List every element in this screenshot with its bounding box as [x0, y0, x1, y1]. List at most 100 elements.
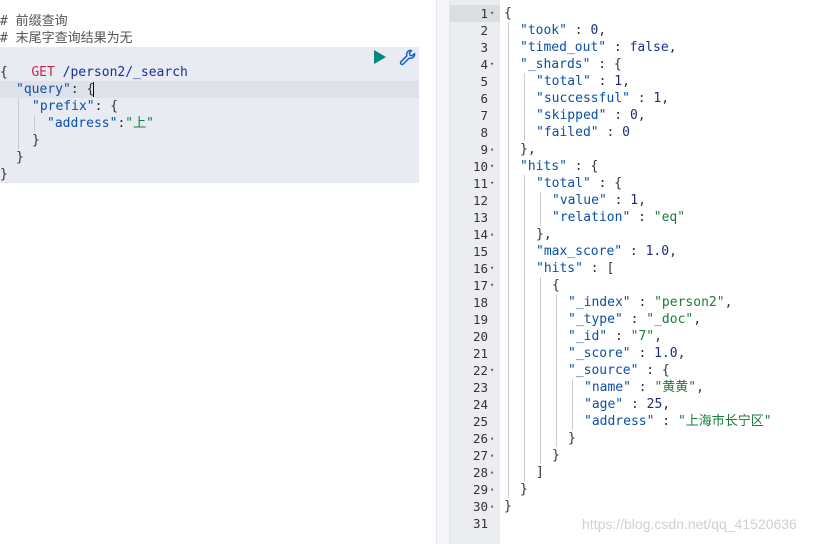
body-line-3: "prefix": {	[32, 98, 118, 115]
response-line: ]	[536, 464, 544, 481]
token: ,	[638, 193, 646, 208]
response-line: "_type" : "_doc",	[568, 311, 701, 328]
response-line: "skipped" : 0,	[536, 107, 646, 124]
response-line: "failed" : 0	[536, 124, 630, 141]
token: ,	[662, 397, 671, 412]
fold-toggle-icon[interactable]	[490, 362, 498, 379]
token: "address"	[584, 414, 655, 429]
response-line: },	[536, 226, 552, 243]
response-line: "_shards" : {	[520, 56, 622, 73]
token: "_source"	[568, 363, 639, 378]
token: "timed_out"	[520, 40, 607, 55]
token: 1.0	[645, 244, 670, 259]
fold-toggle-icon[interactable]	[490, 481, 498, 498]
fold-toggle-icon[interactable]	[490, 260, 498, 277]
line-number: 13	[472, 210, 488, 225]
fold-toggle-icon[interactable]	[490, 498, 498, 515]
line-number: 6	[480, 91, 488, 106]
fold-toggle-icon[interactable]	[490, 447, 498, 464]
fold-toggle-icon[interactable]	[490, 464, 498, 481]
token: "eq"	[653, 210, 686, 225]
indent-guide	[572, 379, 573, 430]
token: "person2"	[654, 295, 725, 310]
token: :	[598, 125, 623, 140]
line-number: 22	[472, 363, 488, 378]
query-key: "query"	[16, 82, 71, 97]
token: : {	[590, 176, 623, 191]
token: "_type"	[568, 312, 623, 327]
line-number: 31	[472, 516, 488, 531]
play-icon[interactable]	[374, 50, 386, 64]
wrench-icon[interactable]	[398, 48, 418, 68]
response-line: "_index" : "person2",	[568, 294, 732, 311]
token: "_doc"	[646, 312, 694, 327]
response-line: "successful" : 1,	[536, 90, 669, 107]
token: 0	[622, 125, 630, 140]
fold-toggle-icon[interactable]	[490, 158, 498, 175]
response-line: "address" : "上海市长宁区"	[584, 413, 772, 430]
line-number: 23	[472, 380, 488, 395]
fold-toggle-icon[interactable]	[490, 5, 498, 22]
token: ,	[669, 244, 677, 259]
response-line: "_score" : 1.0,	[568, 345, 685, 362]
indent-guide	[508, 22, 509, 498]
token: ]	[536, 465, 544, 480]
token: "max_score"	[536, 244, 623, 259]
body-line-5: }	[32, 133, 40, 148]
fold-toggle-icon[interactable]	[490, 226, 498, 243]
response-line: {	[552, 277, 560, 294]
query-brace: : {	[70, 82, 95, 97]
token: "value"	[552, 193, 607, 208]
line-number: 18	[472, 295, 488, 310]
fold-toggle-icon[interactable]	[490, 175, 498, 192]
line-number: 20	[472, 329, 488, 344]
pane-resizer[interactable]	[436, 0, 450, 544]
response-line: "name" : "黄黄",	[584, 379, 704, 396]
token: ,	[696, 380, 704, 395]
token: :	[590, 74, 615, 89]
fold-toggle-icon[interactable]	[490, 277, 498, 294]
fold-toggle-icon[interactable]	[490, 430, 498, 447]
indent-guide	[556, 294, 557, 447]
token: :	[606, 40, 630, 55]
request-line[interactable]: GET /person2/_search	[0, 47, 188, 80]
token: "total"	[536, 176, 591, 191]
fold-toggle-icon[interactable]	[490, 56, 498, 73]
token: "age"	[584, 397, 624, 412]
response-line: "hits" : {	[520, 158, 598, 175]
token: {	[552, 278, 560, 293]
token: :	[622, 244, 646, 259]
token: "hits"	[536, 261, 583, 276]
line-number: 16	[472, 261, 488, 276]
token: "total"	[536, 74, 591, 89]
response-line: }	[520, 481, 528, 498]
token: "7"	[630, 329, 655, 344]
line-number: 9	[480, 142, 488, 157]
token: : {	[566, 159, 599, 174]
token: :	[607, 329, 631, 344]
address-value: "上"	[125, 116, 154, 131]
body-line-6: }	[16, 150, 24, 165]
token: ,	[598, 23, 607, 38]
token: :	[623, 397, 647, 412]
fold-toggle-icon[interactable]	[490, 141, 498, 158]
http-method: GET	[31, 65, 55, 80]
indent-guide	[540, 192, 541, 226]
token: 25	[646, 397, 663, 412]
request-editor[interactable]: # 前缀查询 # 末尾字查询结果为无 GET /person2/_search …	[0, 0, 436, 544]
token: {	[504, 6, 512, 21]
token: :	[630, 295, 655, 310]
token: : {	[590, 57, 622, 72]
token: "黄黄"	[654, 380, 697, 395]
token: }	[504, 499, 512, 514]
token: : [	[582, 261, 615, 276]
body-line-1: {	[0, 65, 8, 80]
token: ,	[637, 108, 646, 123]
response-line: }	[568, 430, 576, 447]
prefix-brace: : {	[94, 99, 119, 114]
response-line: "took" : 0,	[520, 22, 606, 39]
token: false	[629, 40, 669, 55]
response-line: "total" : 1,	[536, 73, 630, 90]
line-number: 15	[472, 244, 488, 259]
line-number: 10	[472, 159, 488, 174]
